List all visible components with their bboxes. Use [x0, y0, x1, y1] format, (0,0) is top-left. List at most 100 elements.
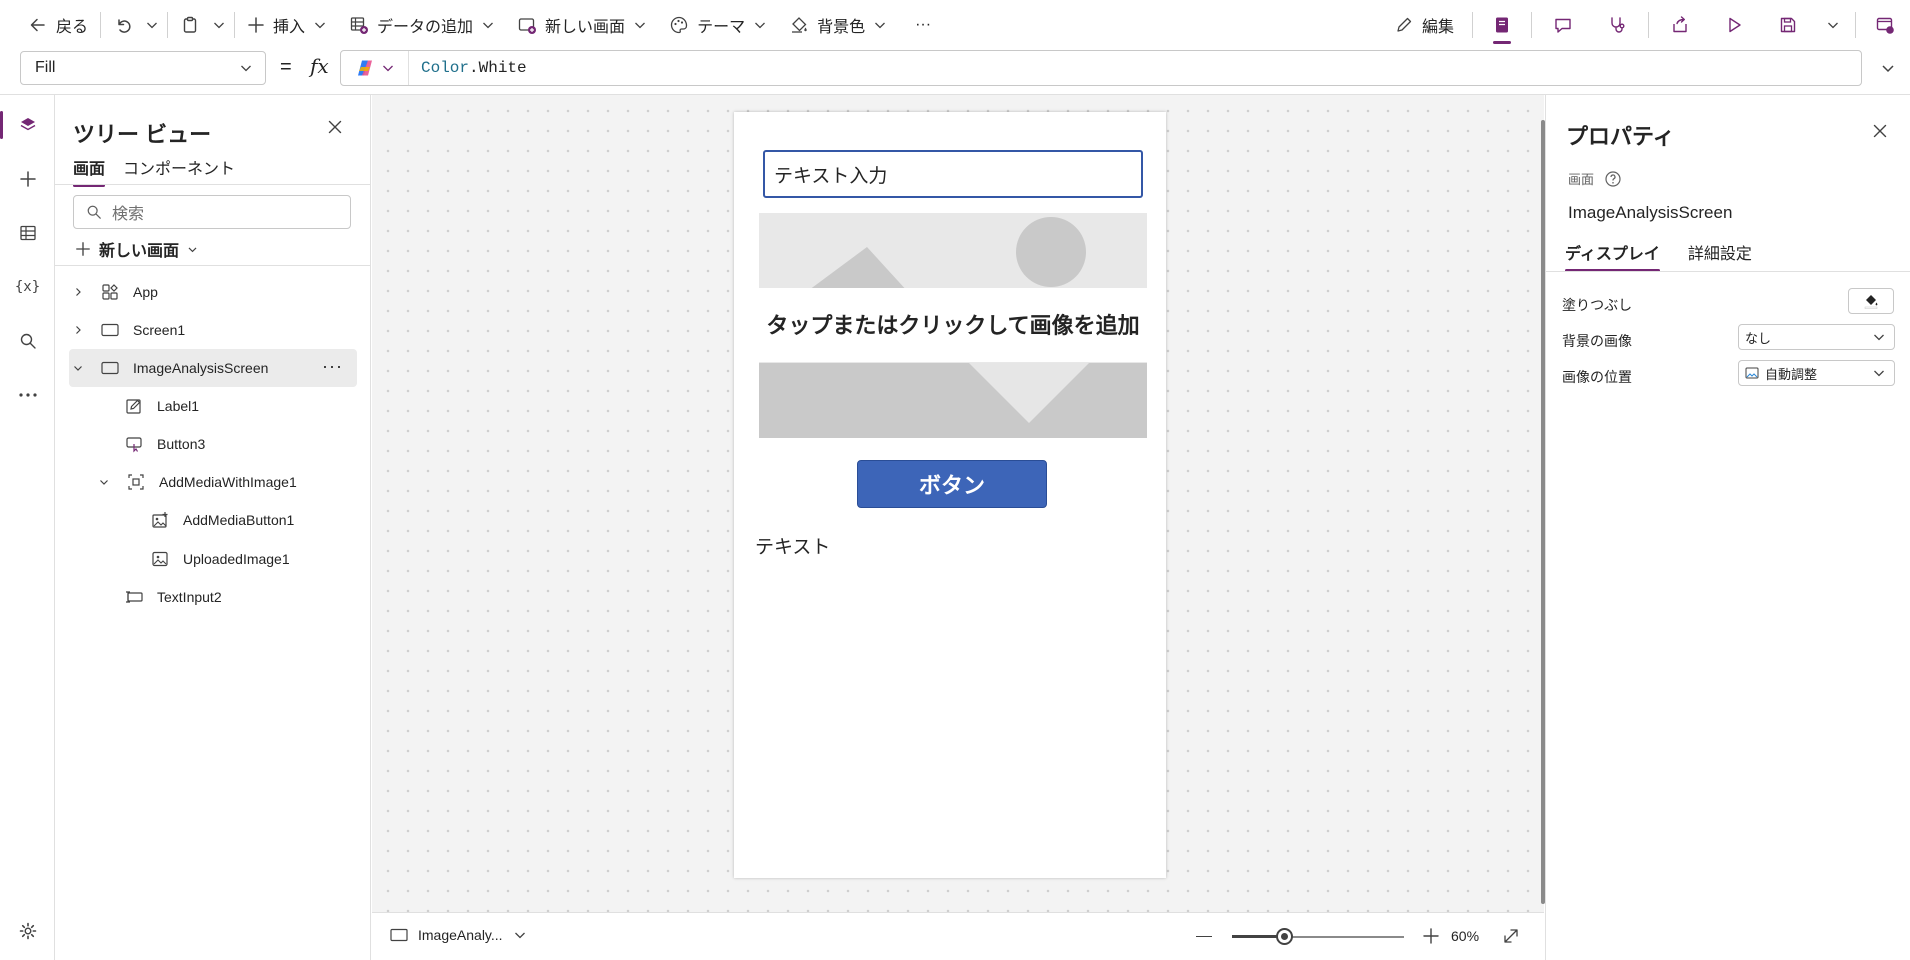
fx-icon: fx	[310, 54, 329, 78]
chevron-down-icon	[147, 22, 157, 29]
divider	[1648, 12, 1649, 38]
insert-button[interactable]: 挿入	[239, 7, 335, 43]
add-data-button[interactable]: データの追加	[341, 7, 503, 43]
publish-button[interactable]	[1860, 0, 1910, 50]
chevron-down-icon	[1828, 22, 1838, 29]
background-image-dropdown[interactable]: なし	[1738, 324, 1895, 350]
paste-button[interactable]	[172, 7, 208, 43]
fit-to-window-button[interactable]	[1502, 927, 1520, 945]
edit-label: 編集	[1421, 19, 1454, 36]
help-icon[interactable]	[1604, 170, 1622, 188]
tree-node-label: AddMediaButton1	[183, 512, 295, 528]
tree-node-app[interactable]: App	[69, 273, 345, 311]
undo-icon	[118, 19, 131, 33]
undo-menu-button[interactable]	[141, 7, 163, 43]
tree-node-addmediabutton1[interactable]: AddMediaButton1	[149, 501, 345, 539]
variables-rail-button[interactable]: {x}	[0, 265, 55, 309]
label-control[interactable]: テキスト	[755, 532, 830, 559]
plus-icon	[1423, 928, 1439, 944]
tree-node-uploadedimage1[interactable]: UploadedImage1	[149, 540, 345, 578]
chevron-right-icon[interactable]	[73, 325, 83, 335]
tree-node-textinput2[interactable]: TextInput2	[123, 578, 345, 616]
edit-button[interactable]: 編集	[1386, 7, 1462, 43]
property-selector[interactable]: Fill	[20, 51, 266, 85]
settings-rail-button[interactable]	[0, 909, 55, 953]
new-screen-button[interactable]: 新しい画面	[509, 7, 655, 43]
data-rail-button[interactable]	[0, 211, 55, 255]
divider	[234, 12, 236, 38]
save-button[interactable]	[1761, 0, 1815, 50]
tree-view-rail-button[interactable]	[0, 103, 55, 147]
control-name: ImageAnalysisScreen	[1568, 203, 1733, 222]
gear-icon	[19, 922, 36, 940]
theme-button[interactable]: テーマ	[661, 7, 775, 43]
text-input-control[interactable]: テキスト入力	[763, 150, 1143, 198]
zoom-in-button[interactable]	[1422, 927, 1440, 945]
more-label: ···	[915, 16, 932, 33]
add-image-label: タップまたはクリックして画像を追加	[759, 288, 1147, 362]
comments-button[interactable]	[1536, 0, 1590, 50]
more-commands-button[interactable]: ···	[907, 7, 939, 43]
close-tree-view-button[interactable]	[327, 119, 343, 135]
comment-icon	[1555, 18, 1571, 33]
add-media-control[interactable]: タップまたはクリックして画像を追加	[759, 213, 1147, 438]
save-menu-button[interactable]	[1815, 0, 1851, 50]
undo-button[interactable]	[105, 7, 141, 43]
left-rail: {x}	[0, 95, 55, 960]
screen-icon	[101, 323, 119, 337]
copilot-button[interactable]	[341, 51, 409, 85]
tree-node-screen1[interactable]: Screen1	[69, 311, 345, 349]
text-input-icon	[126, 591, 143, 603]
more-rail-button[interactable]	[0, 373, 55, 417]
app-screen-preview[interactable]: テキスト入力 タップまたはクリックして画像を追加 ボタン テキスト	[734, 112, 1166, 878]
zoom-slider-thumb[interactable]	[1276, 928, 1293, 945]
more-options-icon[interactable]: ···	[322, 357, 343, 375]
tab-display[interactable]: ディスプレイ	[1565, 240, 1660, 272]
insert-label: 挿入	[273, 19, 306, 36]
fill-color-picker[interactable]	[1848, 288, 1894, 314]
expand-diagonal-icon	[1504, 929, 1518, 943]
formula-input[interactable]: Color.White	[340, 50, 1862, 86]
tree-view-title: ツリー ビュー	[73, 122, 212, 147]
tree-node-addmediawithimage1[interactable]: AddMediaWithImage1	[95, 463, 345, 501]
new-screen-tree-button[interactable]: 新しい画面	[75, 237, 198, 261]
button-control[interactable]: ボタン	[857, 460, 1047, 508]
share-button[interactable]	[1653, 0, 1707, 50]
chevron-down-icon[interactable]	[99, 477, 109, 487]
background-image-label: 背景の画像	[1562, 333, 1632, 349]
equals-sign: =	[280, 56, 292, 78]
tab-advanced[interactable]: 詳細設定	[1688, 240, 1752, 272]
text-input-value: テキスト入力	[774, 165, 888, 187]
app-checker-button[interactable]	[1477, 0, 1527, 50]
chevron-down-icon[interactable]	[73, 363, 83, 373]
zoom-out-button[interactable]	[1196, 936, 1212, 937]
tree-node-label: ImageAnalysisScreen	[133, 360, 269, 376]
tab-screens[interactable]: 画面	[73, 155, 106, 187]
expand-formula-button[interactable]	[1880, 60, 1896, 76]
tree-search-input[interactable]: 検索	[73, 195, 351, 229]
screen-selector[interactable]: ImageAnaly...	[390, 927, 527, 943]
paste-menu-button[interactable]	[208, 7, 230, 43]
tree-tabs: 画面 コンポーネント	[73, 155, 235, 187]
back-button[interactable]: 戻る	[20, 7, 96, 43]
health-check-button[interactable]	[1590, 0, 1644, 50]
tab-components[interactable]: コンポーネント	[123, 155, 235, 187]
image-position-dropdown[interactable]: 自動調整	[1738, 360, 1895, 386]
back-label: 戻る	[56, 19, 89, 36]
close-icon	[328, 120, 342, 134]
tree-node-button3[interactable]: Button3	[123, 425, 345, 463]
preview-button[interactable]	[1707, 0, 1761, 50]
tree-node-label: TextInput2	[157, 589, 222, 605]
tree-node-imageanalysisscreen[interactable]: ImageAnalysisScreen ···	[69, 349, 357, 387]
insert-rail-button[interactable]	[0, 157, 55, 201]
close-properties-button[interactable]	[1872, 123, 1888, 139]
image-fit-icon	[1745, 367, 1759, 379]
screen-icon	[101, 361, 119, 375]
chevron-right-icon[interactable]	[73, 287, 83, 297]
background-color-button[interactable]: 背景色	[781, 7, 895, 43]
chevron-down-icon	[1874, 334, 1884, 341]
search-rail-button[interactable]	[0, 319, 55, 363]
tree-node-label1[interactable]: Label1	[123, 387, 345, 425]
divider	[1546, 271, 1910, 272]
plus-icon	[76, 242, 90, 256]
